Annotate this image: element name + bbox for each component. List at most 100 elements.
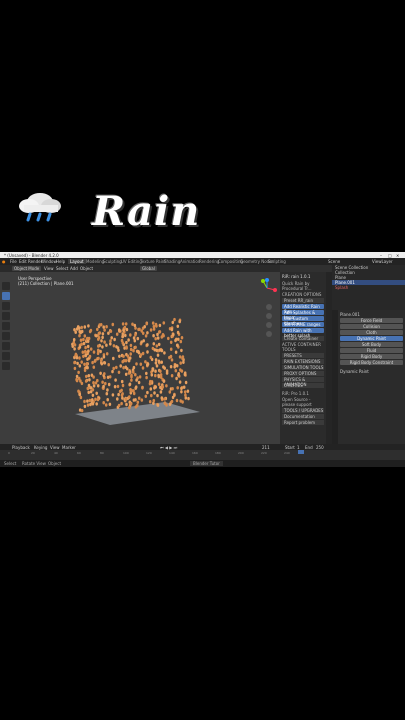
frame-ranges-button[interactable]: Set FRAME ranges — [282, 322, 324, 327]
properties-tabs[interactable] — [332, 310, 338, 444]
mode-dropdown[interactable]: Object Mode — [12, 266, 42, 271]
dynamic-paint-section[interactable]: Dynamic Paint — [340, 369, 405, 374]
rain-drop — [91, 393, 95, 397]
create-container-button[interactable]: Create Container — [282, 336, 324, 341]
rain-drop — [110, 336, 113, 340]
rain-drop — [91, 360, 94, 365]
menu-window[interactable]: Window — [41, 259, 57, 264]
physics-dynamic-paint-button[interactable]: Dynamic Paint — [340, 336, 403, 341]
preset-selector[interactable]: Preset RR_rain — [282, 298, 324, 303]
sidebar-npanel: RiR: rain 1.0.1 Quick Rain by Procedural… — [280, 272, 326, 444]
rain-drop — [162, 334, 165, 338]
rain-drop — [157, 342, 161, 347]
timeline-playhead[interactable] — [298, 450, 304, 454]
rain-better-splash-button[interactable]: Add Rain with better splash — [282, 328, 324, 338]
rain-drop — [169, 354, 173, 359]
physics-rigid-body-constraint-button[interactable]: Rigid Body Constraint — [340, 360, 403, 365]
minimize-button[interactable]: – — [380, 253, 382, 258]
physics-fluid-button[interactable]: Fluid — [340, 348, 403, 353]
add-rain-button[interactable]: Add Realistic Rain Sys... — [282, 304, 324, 314]
rain-drop — [100, 362, 104, 366]
tab-animation[interactable]: Animation — [180, 259, 200, 264]
report-problem-button[interactable]: Report problem — [282, 420, 324, 425]
object-menu[interactable]: Object — [78, 266, 95, 271]
tab-scripting[interactable]: Scripting — [268, 259, 286, 264]
add-splashes-button[interactable]: Add Splashes & Impa... — [282, 310, 324, 320]
tools-upgrades-button[interactable]: TOOLS / UPGRADES — [282, 408, 324, 413]
rain-drop — [121, 396, 124, 400]
tool-presets[interactable]: PRESETS — [282, 353, 324, 358]
maximize-button[interactable]: □ — [388, 253, 392, 258]
rain-drop — [171, 387, 174, 391]
blender-logo-icon[interactable]: ● — [2, 259, 6, 264]
rain-drop — [137, 351, 141, 355]
rain-drop — [78, 392, 82, 397]
rain-drop — [171, 320, 175, 325]
rain-drop — [94, 358, 97, 363]
rain-drop — [80, 360, 83, 364]
rain-drop — [121, 334, 125, 339]
rain-drop — [156, 393, 159, 398]
rain-drop — [180, 390, 183, 394]
rain-drop — [178, 380, 182, 384]
orientation-dropdown[interactable]: Global — [140, 266, 157, 271]
physics-collision-button[interactable]: Collision — [340, 324, 403, 329]
tab-sculpting[interactable]: Sculpting — [103, 259, 122, 264]
view-layer-selector[interactable]: ViewLayer — [372, 259, 393, 264]
tool-rain-extensions[interactable]: RAIN EXTENSIONS — [282, 359, 324, 364]
rain-drop — [145, 375, 148, 380]
rain-drop — [83, 399, 86, 404]
custom-weather-button[interactable]: Use Custom Weather — [282, 316, 324, 326]
scene-selector[interactable]: Scene — [328, 259, 340, 264]
rain-drop — [97, 336, 101, 340]
tab-layout[interactable]: Layout — [68, 259, 86, 264]
rain-drop — [84, 353, 88, 358]
rain-drop — [101, 380, 104, 384]
rain-drop — [117, 392, 120, 397]
rain-drop — [132, 391, 136, 396]
rain-drop — [112, 356, 115, 361]
tab-rendering[interactable]: Rendering — [199, 259, 219, 264]
physics-rigid-body-button[interactable]: Rigid Body — [340, 354, 403, 359]
tool-proxy[interactable]: PROXY OPTIONS — [282, 371, 324, 376]
rain-drop — [129, 402, 133, 406]
rain-drop — [160, 396, 164, 400]
rain-drop — [83, 325, 87, 329]
rain-drop — [89, 386, 92, 390]
timeline-track[interactable]: 0 20 40 60 80 100 120 140 160 180 200 22… — [0, 450, 405, 460]
physics-soft-body-button[interactable]: Soft Body — [340, 342, 403, 347]
rain-drop — [158, 330, 162, 334]
rain-drop — [137, 327, 140, 332]
rain-drop — [175, 376, 178, 381]
outliner-row[interactable]: Splash — [332, 285, 405, 290]
rain-drop — [136, 403, 139, 408]
physics-force-field-button[interactable]: Force Field — [340, 318, 403, 323]
tab-uv-editing[interactable]: UV Editing — [121, 259, 142, 264]
rain-drop — [149, 387, 153, 391]
tab-shading[interactable]: Shading — [164, 259, 180, 264]
tab-texture-paint[interactable]: Texture Paint — [140, 259, 166, 264]
3d-viewport[interactable]: User Perspective (211) Collection | Plan… — [0, 272, 280, 444]
rain-drop — [158, 348, 162, 352]
physics-cloth-button[interactable]: Cloth — [340, 330, 403, 335]
timeline-tick: 140 — [169, 451, 175, 455]
close-button[interactable]: ✕ — [396, 253, 399, 258]
rain-drop — [141, 366, 145, 370]
rain-drop — [125, 327, 129, 332]
rain-drop — [73, 343, 77, 347]
menu-help[interactable]: Help — [56, 259, 65, 264]
rain-drop — [121, 392, 124, 396]
documentation-button[interactable]: Documentation — [282, 414, 324, 419]
tool-simulation[interactable]: SIMULATION TOOLS — [282, 365, 324, 370]
status-object: Object — [48, 461, 62, 466]
tool-physics[interactable]: PHYSICS & ANIMATION — [282, 377, 324, 387]
rain-drop — [120, 338, 124, 343]
rain-drop — [163, 351, 166, 355]
rain-drop — [86, 366, 89, 370]
tab-modeling[interactable]: Modeling — [86, 259, 104, 264]
rain-drop — [80, 408, 84, 413]
menu-file[interactable]: File — [10, 259, 17, 264]
menu-edit[interactable]: Edit — [19, 259, 27, 264]
rain-drop — [146, 363, 149, 367]
rain-drop — [159, 369, 162, 373]
